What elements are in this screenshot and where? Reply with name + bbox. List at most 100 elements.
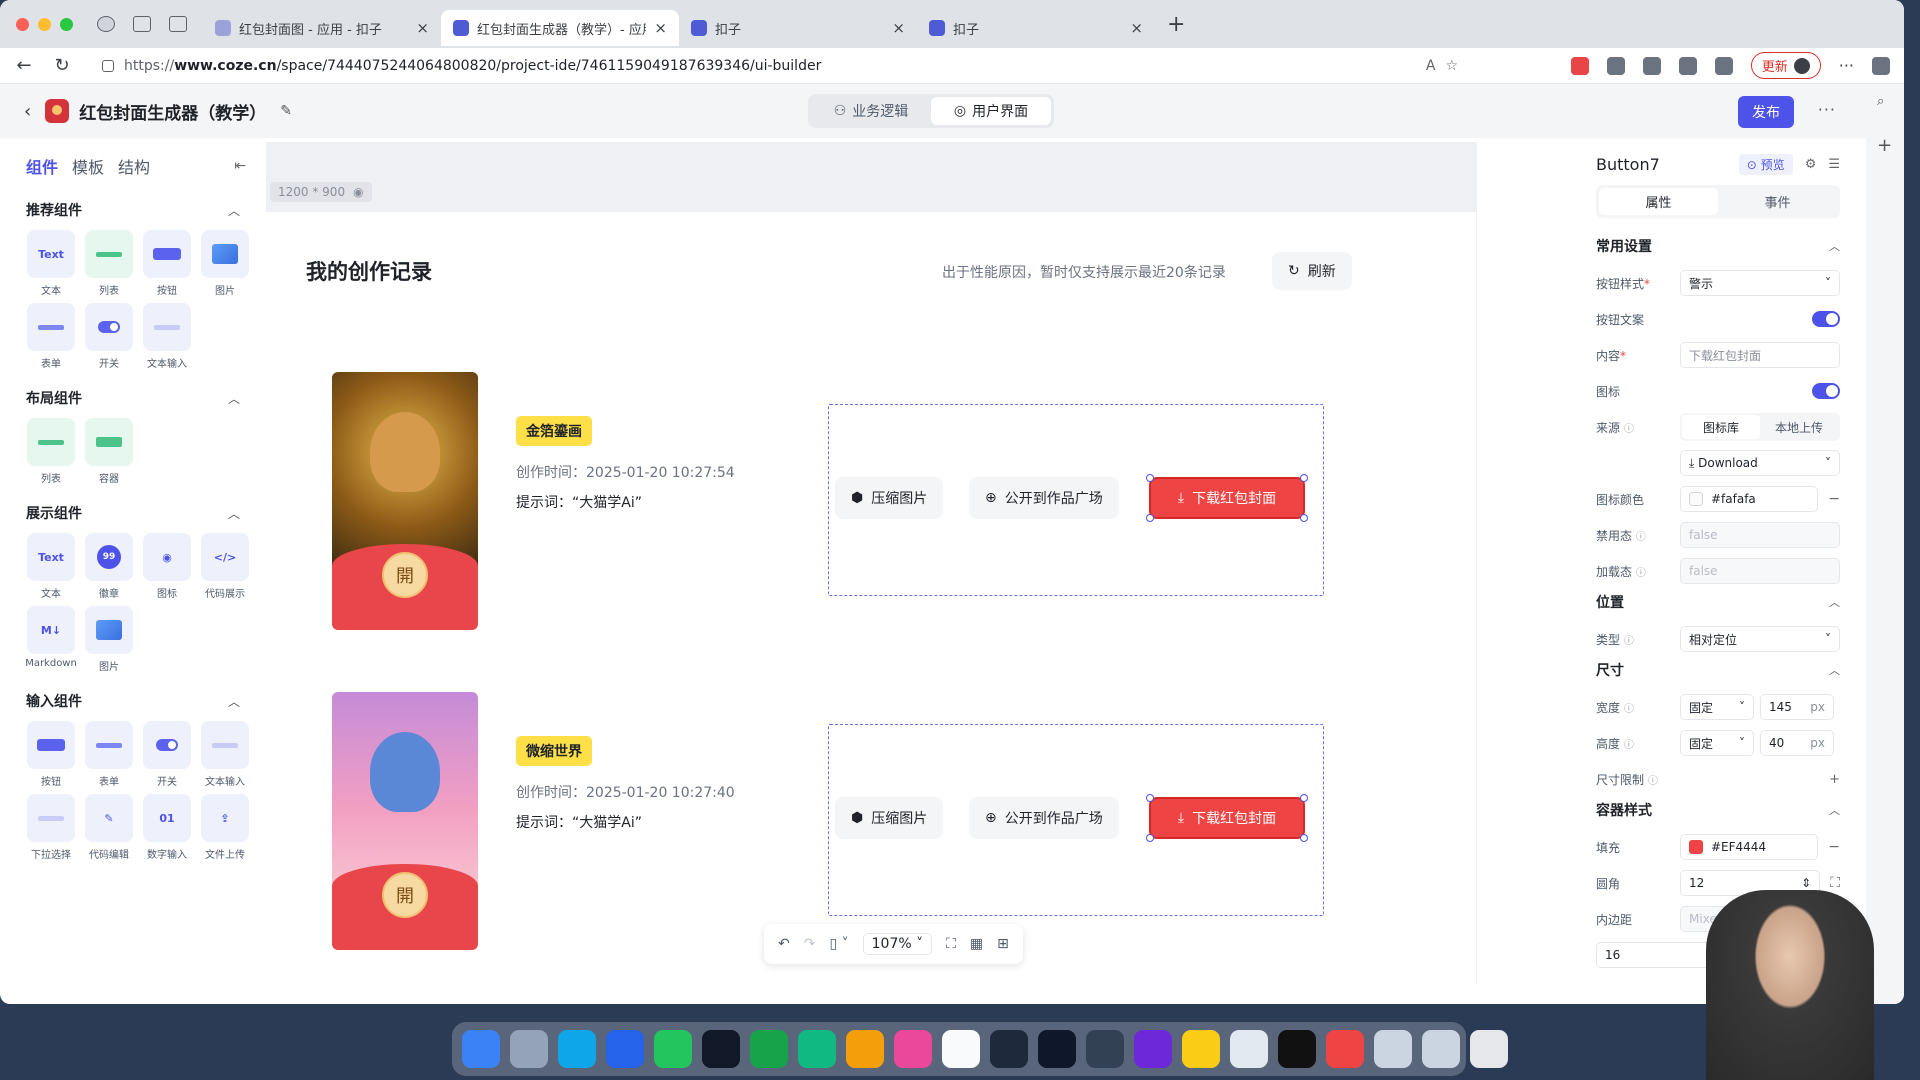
component-file-upload[interactable]: ⇪ 文件上传 — [200, 794, 250, 861]
section-display[interactable]: 展示组件 ︿ — [26, 503, 246, 523]
source-icon-library[interactable]: 图标库 — [1682, 415, 1760, 439]
chevron-up-icon[interactable]: ︿ — [1829, 662, 1840, 678]
canvas-size-tag[interactable]: 1200 * 900 ◉ — [270, 182, 372, 202]
design-canvas[interactable]: 1200 * 900 ◉ 我的创作记录 出于性能原因，暂时仅支持展示最近20条记… — [266, 142, 1477, 984]
chevron-up-icon[interactable]: ︿ — [1829, 238, 1840, 254]
calendar-icon[interactable] — [942, 1030, 980, 1068]
app-icon[interactable] — [990, 1030, 1028, 1068]
publish-to-square-button[interactable]: ⊕ 公开到作品广场 — [969, 477, 1119, 519]
app-icon[interactable] — [846, 1030, 884, 1068]
workspaces-icon[interactable] — [133, 16, 151, 32]
numbers-icon[interactable] — [750, 1030, 788, 1068]
icon-select[interactable]: ⤓ Download ˅ — [1680, 450, 1840, 476]
capcut-icon[interactable] — [1278, 1030, 1316, 1068]
button-text-toggle[interactable] — [1812, 311, 1840, 327]
width-input[interactable]: 145 px — [1760, 694, 1834, 720]
documents-icon[interactable] — [1422, 1030, 1460, 1068]
zoom-select[interactable]: 107% ˅ — [862, 933, 933, 955]
component-button[interactable]: 按钮 — [26, 721, 76, 788]
component-switch[interactable]: 开关 — [142, 721, 192, 788]
tab-components[interactable]: 组件 — [26, 154, 58, 178]
app-icon[interactable] — [1134, 1030, 1172, 1068]
resize-handle[interactable] — [1300, 514, 1308, 522]
section-container-style[interactable]: 容器样式 ︿ — [1596, 800, 1840, 820]
button-style-select[interactable]: 警示 ˅ — [1680, 270, 1840, 296]
resize-handle[interactable] — [1300, 834, 1308, 842]
section-size[interactable]: 尺寸 ︿ — [1596, 660, 1840, 680]
folder-icon[interactable] — [1374, 1030, 1412, 1068]
remove-icon[interactable]: − — [1828, 491, 1840, 507]
content-input[interactable]: 下载红包封面 — [1680, 342, 1840, 368]
list-icon[interactable]: ☰ — [1828, 157, 1840, 172]
component-text-input[interactable]: 文本输入 — [142, 303, 192, 370]
loading-input[interactable]: false — [1680, 558, 1840, 584]
component-text[interactable]: Text 文本 — [26, 230, 76, 297]
component-button[interactable]: 按钮 — [142, 230, 192, 297]
component-markdown[interactable]: M↓ Markdown — [25, 606, 77, 673]
chevron-up-icon[interactable]: ︿ — [228, 390, 240, 407]
address-bar[interactable]: https://www.coze.cn/space/74440752440648… — [90, 50, 1470, 81]
resize-handle[interactable] — [1146, 834, 1154, 842]
browser-tab-1[interactable]: 红包封面图 - 应用 - 扣子 × — [203, 10, 441, 46]
chrome-icon[interactable] — [1326, 1030, 1364, 1068]
qq-icon[interactable] — [702, 1030, 740, 1068]
padding-side-input[interactable]: 16 — [1596, 942, 1712, 968]
height-mode-select[interactable]: 固定 ˅ — [1680, 730, 1754, 756]
color-swatch[interactable] — [1689, 492, 1703, 506]
compress-image-button[interactable]: ⬢ 压缩图片 — [835, 797, 944, 839]
profile-icon[interactable] — [97, 16, 115, 32]
icon-toggle[interactable] — [1812, 383, 1840, 399]
component-form[interactable]: 表单 — [84, 721, 134, 788]
remove-icon[interactable]: − — [1828, 839, 1840, 855]
app-icon[interactable] — [1230, 1030, 1268, 1068]
publish-to-square-button[interactable]: ⊕ 公开到作品广场 — [969, 797, 1119, 839]
action-container-selected[interactable]: ⬢ 压缩图片 ⊕ 公开到作品广场 ⤓ 下载红包封面 — [828, 404, 1324, 596]
fill-color-input[interactable]: #EF4444 — [1680, 834, 1819, 860]
component-badge[interactable]: 99 徽章 — [84, 533, 134, 600]
resize-handle[interactable] — [1146, 514, 1154, 522]
grid-icon[interactable]: ▦ — [970, 936, 983, 952]
maximize-window-button[interactable] — [60, 17, 73, 31]
fit-screen-icon[interactable]: ⛶ — [946, 936, 956, 952]
edit-icon[interactable]: ✎ — [280, 103, 292, 119]
disabled-input[interactable]: false — [1680, 522, 1840, 548]
extensions-puzzle-icon[interactable] — [1642, 56, 1661, 75]
tab-templates[interactable]: 模板 — [72, 154, 104, 178]
mouse-mode-icon[interactable]: ▯ ˅ — [829, 936, 848, 952]
height-input[interactable]: 40 px — [1760, 730, 1834, 756]
tab-user-interface[interactable]: ◎ 用户界面 — [931, 97, 1051, 125]
tab-events[interactable]: 事件 — [1718, 188, 1837, 215]
section-input[interactable]: 输入组件 ︿ — [26, 691, 246, 711]
width-mode-select[interactable]: 固定 ˅ — [1680, 694, 1754, 720]
extension-icon[interactable] — [1606, 56, 1625, 75]
component-image[interactable]: 图片 — [84, 606, 134, 673]
hbuilder-icon[interactable] — [798, 1030, 836, 1068]
trash-icon[interactable] — [1470, 1030, 1508, 1068]
component-select[interactable]: 下拉选择 — [26, 794, 76, 861]
undo-icon[interactable]: ↶ — [778, 936, 790, 952]
search-icon[interactable]: ⌕ — [1877, 94, 1893, 109]
notes-icon[interactable] — [1182, 1030, 1220, 1068]
resize-handle[interactable] — [1146, 474, 1154, 482]
action-container[interactable]: ⬢ 压缩图片 ⊕ 公开到作品广场 ⤓ 下载红包封面 — [828, 724, 1324, 916]
back-arrow-icon[interactable]: ← — [14, 55, 34, 76]
browser-menu-icon[interactable]: ··· — [1839, 56, 1854, 75]
section-layout[interactable]: 布局组件 ︿ — [26, 388, 246, 408]
section-recommended[interactable]: 推荐组件 ︿ — [26, 200, 246, 220]
component-number-input[interactable]: 01 数字输入 — [142, 794, 192, 861]
publish-button[interactable]: 发布 — [1738, 96, 1794, 128]
resize-handle[interactable] — [1300, 794, 1308, 802]
tab-structure[interactable]: 结构 — [118, 154, 150, 178]
gear-icon[interactable]: ⚙ — [1805, 157, 1817, 172]
component-container[interactable]: 容器 — [84, 418, 134, 485]
chevron-up-icon[interactable]: ︿ — [228, 505, 240, 522]
settings-dot-icon[interactable]: ◉ — [353, 185, 363, 199]
collapse-panel-icon[interactable]: ⇤ — [234, 158, 246, 174]
preview-button[interactable]: ⊙ 预览 — [1738, 154, 1793, 175]
component-form[interactable]: 表单 — [26, 303, 76, 370]
download-cover-button[interactable]: ⤓ 下载红包封面 — [1146, 474, 1308, 522]
tab-properties[interactable]: 属性 — [1599, 188, 1718, 215]
chevron-up-icon[interactable]: ︿ — [228, 202, 240, 219]
extension-icon[interactable] — [1570, 56, 1589, 75]
chevron-up-icon[interactable]: ︿ — [1829, 802, 1840, 818]
